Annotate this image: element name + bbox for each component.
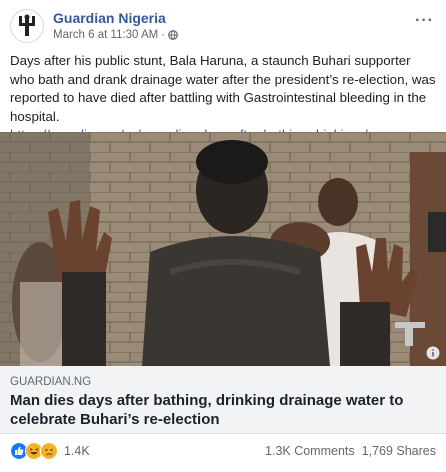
- reaction-count[interactable]: 1.4K: [64, 444, 90, 458]
- post-body: Days after his public stunt, Bala Haruna…: [10, 52, 438, 145]
- sad-reaction-icon: [40, 442, 58, 460]
- link-preview-card[interactable]: GUARDIAN.NG Man dies days after bathing,…: [0, 366, 446, 434]
- post-meta: March 6 at 11:30 AM ·: [53, 27, 179, 43]
- facebook-post: Guardian Nigeria March 6 at 11:30 AM · ·…: [0, 0, 446, 472]
- reactions-summary[interactable]: 1.4K: [10, 442, 90, 460]
- guardian-logo-icon: [19, 14, 35, 36]
- link-preview-image[interactable]: [0, 132, 446, 366]
- post-timestamp[interactable]: March 6 at 11:30 AM: [53, 27, 158, 43]
- post-text: Days after his public stunt, Bala Haruna…: [10, 53, 436, 124]
- info-icon[interactable]: [426, 346, 440, 360]
- post-header: Guardian Nigeria March 6 at 11:30 AM ·: [10, 9, 179, 43]
- preview-title[interactable]: Man dies days after bathing, drinking dr…: [10, 391, 436, 429]
- globe-icon: [168, 30, 179, 40]
- news-photo: [0, 132, 446, 366]
- engagement-stats: 1.3K Comments 1,769 Shares: [265, 444, 436, 458]
- comments-count-link[interactable]: 1.3K Comments: [265, 444, 355, 458]
- meta-separator: ·: [161, 29, 166, 41]
- preview-domain: GUARDIAN.NG: [10, 376, 92, 388]
- page-name-link[interactable]: Guardian Nigeria: [53, 9, 178, 27]
- post-options-button[interactable]: ···: [415, 12, 434, 30]
- page-avatar[interactable]: [10, 9, 44, 43]
- shares-count-link[interactable]: 1,769 Shares: [362, 444, 436, 458]
